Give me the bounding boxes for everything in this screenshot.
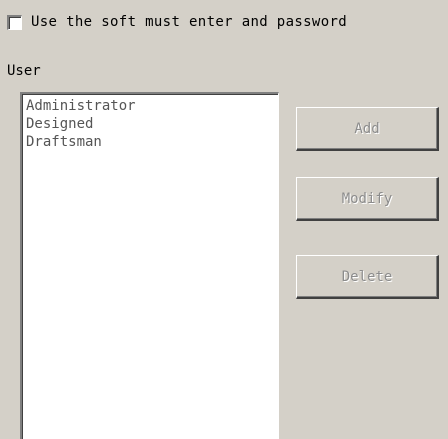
soft-password-checkbox[interactable] bbox=[7, 14, 22, 30]
delete-button[interactable]: Delete bbox=[296, 255, 439, 299]
modify-button[interactable]: Modify bbox=[296, 177, 439, 221]
user-group-label: User bbox=[7, 63, 41, 79]
soft-password-option[interactable]: Use the soft must enter and password bbox=[7, 14, 347, 30]
list-item[interactable]: Administrator bbox=[26, 97, 278, 115]
list-item[interactable]: Draftsman bbox=[26, 133, 278, 151]
list-item[interactable]: Designed bbox=[26, 115, 278, 133]
user-settings-panel: Use the soft must enter and password Use… bbox=[0, 0, 448, 439]
add-button[interactable]: Add bbox=[296, 107, 439, 151]
user-list[interactable]: Administrator Designed Draftsman bbox=[20, 92, 279, 439]
soft-password-label: Use the soft must enter and password bbox=[31, 14, 348, 30]
